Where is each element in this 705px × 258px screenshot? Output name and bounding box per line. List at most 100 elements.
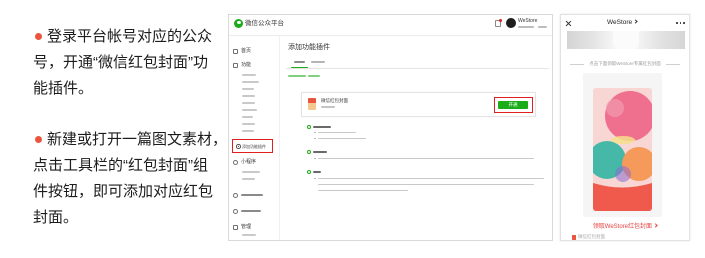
tab-my-plugins[interactable] <box>311 61 325 63</box>
bullet-dot-icon <box>314 157 316 159</box>
photo-shirt-shape <box>613 31 639 49</box>
mp-console-screenshot: 微信公众平台 WeStore 首页 功能 添加功能插件 小程序 管理 添加功能插… <box>228 14 553 241</box>
grid-icon <box>233 62 238 68</box>
sidebar-item-manage[interactable]: 管理 <box>229 221 279 230</box>
sidebar-item[interactable] <box>229 205 279 214</box>
plugin-name: 微信红包封面 <box>321 97 348 103</box>
divider-dash <box>666 64 680 65</box>
manage-icon <box>233 224 238 230</box>
article-photo <box>567 31 685 49</box>
instruction-line: 封面。 <box>33 209 79 226</box>
bullet-dot-icon <box>314 137 316 139</box>
cover-source-label: 微信红包封面 <box>578 234 605 239</box>
text-placeholder-line <box>518 26 534 28</box>
sidebar-item-features[interactable]: 功能 <box>229 59 279 68</box>
info-circle-icon <box>307 170 311 174</box>
info-circle-icon <box>307 150 311 154</box>
text-placeholder-line <box>318 189 408 191</box>
sidebar-item-label: 首页 <box>241 48 252 54</box>
highlight-box: 开通 <box>494 97 533 113</box>
sidebar-item-mini-program[interactable]: 小程序 <box>229 156 279 165</box>
plus-circle-icon <box>236 144 241 149</box>
sidebar-subitem[interactable] <box>242 95 255 97</box>
brand-title: 微信公众平台 <box>245 19 284 27</box>
red-packet-icon <box>572 235 576 240</box>
text-placeholder-line <box>318 183 534 185</box>
instruction-line: 登录平台帐号对应的公众 <box>33 24 223 50</box>
wechat-logo-icon[interactable] <box>234 18 243 28</box>
instruction-line: 能插件。 <box>33 80 94 97</box>
avatar[interactable] <box>506 18 516 28</box>
sidebar-item-label: 添加功能插件 <box>242 143 266 149</box>
red-packet-icon <box>308 98 316 110</box>
sidebar-subitem[interactable] <box>242 88 254 90</box>
account-title-text: WeStore <box>607 19 633 26</box>
bullet-dot-icon <box>314 131 316 133</box>
sidebar-item-label: 小程序 <box>241 159 257 165</box>
enable-plugin-button[interactable]: 开通 <box>498 100 528 109</box>
sidebar-item-home[interactable]: 首页 <box>229 45 279 54</box>
page-title: 添加功能插件 <box>288 44 330 51</box>
claim-cover-link-text: 领取WeStore红包封面 <box>592 224 653 230</box>
mini-program-icon <box>233 159 238 165</box>
menu-item-icon <box>233 208 238 214</box>
text-placeholder-line <box>318 137 366 139</box>
chevron-right-icon <box>633 19 638 24</box>
chevron-right-icon <box>653 223 658 229</box>
more-dot <box>676 22 678 24</box>
more-dot <box>679 22 682 24</box>
cover-purple-circle <box>615 166 631 182</box>
account-title[interactable]: WeStore <box>607 18 638 27</box>
phone-screenshot: WeStore 点击下面领取WeStore专属红包封面 领取WeStore红包封… <box>560 14 690 241</box>
bullet-dot-icon <box>34 32 42 40</box>
section-heading <box>313 126 331 128</box>
instruction-step-1: 登录平台帐号对应的公众 号，开通“微信红包封面”功 能插件。 <box>33 24 223 102</box>
sidebar-subitem[interactable] <box>242 171 260 173</box>
red-packet-cover-art[interactable] <box>593 88 652 211</box>
sidebar-subitem[interactable] <box>242 109 257 111</box>
bullet-dot-icon <box>314 177 316 179</box>
more-icon[interactable] <box>676 22 685 24</box>
instruction-line: 新建或打开一篇图文素材， <box>33 127 227 153</box>
sidebar-subitem[interactable] <box>242 130 254 132</box>
sidebar-item-label: 管理 <box>241 224 252 230</box>
tab-divider <box>286 67 549 69</box>
sidebar-subitem[interactable] <box>242 123 255 125</box>
sidebar-item[interactable] <box>229 189 279 198</box>
section-heading <box>313 171 321 173</box>
sidebar-subitem[interactable] <box>242 116 253 118</box>
check-circle-icon <box>307 125 311 129</box>
sidebar-subitem[interactable] <box>242 102 255 104</box>
mp-header: 微信公众平台 WeStore <box>229 15 552 36</box>
close-icon[interactable] <box>565 20 571 26</box>
text-placeholder-line <box>318 131 356 133</box>
sidebar-subitem[interactable] <box>242 74 256 76</box>
instruction-text: 登录平台帐号对应的公众 <box>47 28 213 45</box>
instruction-line: 号，开通“微信红包封面”功 <box>33 54 208 71</box>
text-placeholder-line <box>321 106 335 108</box>
section-heading <box>313 151 327 153</box>
tab-plugin-library[interactable] <box>294 61 305 63</box>
text-placeholder-line <box>241 194 263 196</box>
sidebar-subitem[interactable] <box>242 178 255 180</box>
account-name[interactable]: WeStore <box>518 18 537 24</box>
sidebar-subitem[interactable] <box>242 234 256 236</box>
instruction-line: 件按钮，即可添加对应红包 <box>33 183 214 200</box>
notification-icon[interactable] <box>495 18 502 27</box>
text-placeholder-line <box>241 210 261 212</box>
info-link[interactable] <box>288 75 306 77</box>
menu-item-icon <box>233 192 238 198</box>
more-dot <box>683 22 685 24</box>
text-placeholder-line <box>318 177 544 179</box>
instruction-line: 点击工具栏的“红包封面”组 <box>33 157 208 174</box>
sidebar-item-label: 功能 <box>241 62 252 68</box>
text-placeholder-line <box>538 26 547 28</box>
bullet-dot-icon <box>34 135 42 143</box>
info-link[interactable] <box>308 75 320 77</box>
claim-cover-link[interactable]: 领取WeStore红包封面 <box>561 223 689 231</box>
cover-light-pink-circle <box>606 99 624 117</box>
sidebar-item-add-plugin[interactable]: 添加功能插件 <box>232 139 273 153</box>
sidebar-subitem[interactable] <box>242 81 259 83</box>
instruction-step-2: 新建或打开一篇图文素材， 点击工具栏的“红包封面”组 件按钮，即可添加对应红包 … <box>33 127 227 231</box>
instruction-text: 新建或打开一篇图文素材， <box>47 131 228 148</box>
